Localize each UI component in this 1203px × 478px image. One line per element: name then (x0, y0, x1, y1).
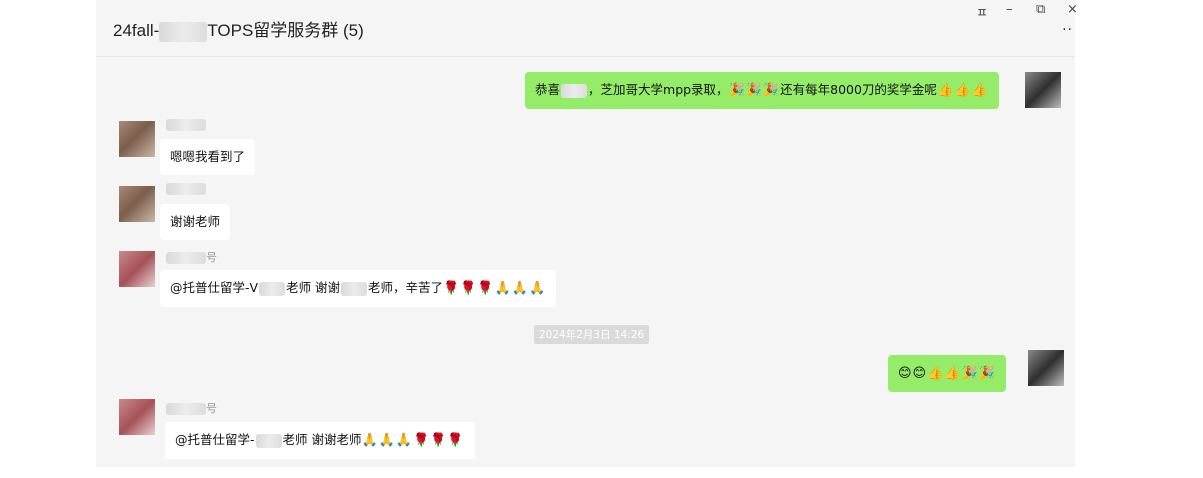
close-icon[interactable]: × (1067, 2, 1078, 17)
my-avatar[interactable] (1028, 350, 1064, 386)
redacted-name (561, 83, 588, 98)
sender-avatar[interactable] (119, 251, 155, 287)
chat-window: 24fall- TOPS留学服务群 (5) ㅍ – ⧉ × ·· 恭喜 ，芝加哥大学… (96, 0, 1078, 467)
redacted-name (159, 21, 208, 42)
message-bubble-incoming[interactable]: @托普仕留学- 老师 谢谢老师🙏🙏🙏🌹🌹🌹 (165, 422, 475, 459)
more-options-icon[interactable]: ·· (1062, 22, 1073, 38)
redacted-name (341, 281, 368, 296)
minimize-icon[interactable]: – (1006, 2, 1013, 17)
sender-name: 号 (166, 400, 217, 416)
restore-icon[interactable]: ⧉ (1036, 2, 1045, 17)
sender-avatar[interactable] (119, 121, 155, 157)
sender-name (166, 118, 206, 131)
redacted-name (259, 281, 286, 296)
message-bubble-incoming[interactable]: @托普仕留学-V 老师 谢谢 老师，辛苦了🌹🌹🌹🙏🙏🙏 (160, 270, 557, 307)
redacted-name (255, 433, 282, 448)
my-avatar[interactable] (1025, 72, 1061, 108)
message-bubble-outgoing[interactable]: 😊😊👍👍🎉🎉 (888, 355, 1006, 392)
group-title: 24fall- TOPS留学服务群 (5) (113, 21, 364, 42)
sender-name (166, 182, 206, 195)
message-bubble-incoming[interactable]: 谢谢老师 (160, 204, 231, 240)
pin-icon[interactable]: ㅍ (976, 2, 988, 21)
message-bubble-incoming[interactable]: 嗯嗯我看到了 (160, 139, 256, 175)
timestamp-badge: 2024年2月3日 14:26 (534, 325, 650, 344)
message-bubble-outgoing[interactable]: 恭喜 ，芝加哥大学mpp录取，🎉🎉🎉还有每年8000刀的奖学金呢👍👍👍 (525, 72, 999, 109)
chat-header: 24fall- TOPS留学服务群 (5) ㅍ – ⧉ × ·· (96, 0, 1078, 57)
sender-avatar[interactable] (119, 186, 155, 222)
sender-name: 号 (166, 249, 217, 265)
sender-avatar[interactable] (119, 399, 155, 435)
